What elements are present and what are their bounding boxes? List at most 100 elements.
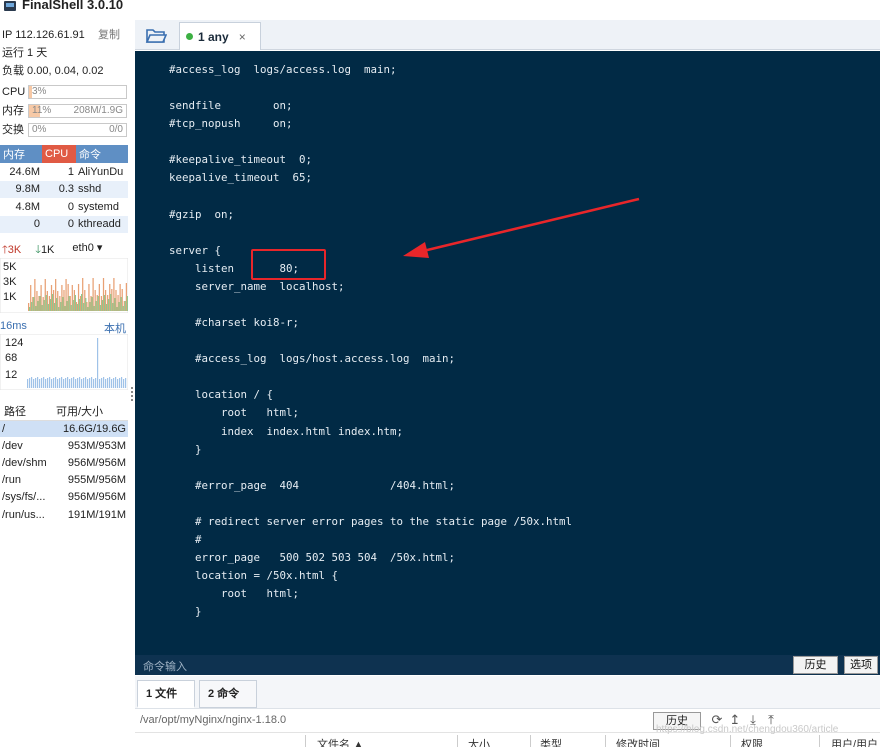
history-button[interactable]: 历史: [793, 656, 838, 674]
tab-session-any[interactable]: 1 any ×: [179, 22, 261, 50]
graph-bar: [93, 306, 95, 311]
graph-bar: [51, 294, 54, 311]
table-row[interactable]: 24.6M 1 AliYunDu: [0, 163, 128, 181]
proc-col-cpu[interactable]: CPU: [42, 145, 76, 163]
swap-label: 交换: [2, 124, 24, 136]
session-tab-bar: 1 any ×: [135, 20, 880, 50]
sidebar-resize-handle[interactable]: [130, 385, 134, 405]
graph-bar: [39, 379, 41, 388]
graph-bar: [29, 378, 31, 388]
disk-col-size[interactable]: 可用/大小: [52, 402, 128, 421]
ping-axis-label: 12: [5, 369, 17, 381]
graph-bar: [59, 378, 61, 388]
folder-open-icon[interactable]: [145, 27, 167, 45]
disk-size: 953M/953M: [67, 439, 126, 452]
graph-bar: [118, 302, 120, 311]
terminal-line: location = /50x.html {: [169, 569, 339, 583]
graph-bar: [70, 305, 72, 311]
graph-bar: [124, 301, 126, 311]
memory-label: 内存: [2, 105, 24, 117]
graph-bar: [81, 379, 83, 388]
network-interface-select[interactable]: eth0 ▾: [72, 241, 102, 257]
graph-bar: [121, 377, 123, 388]
graph-bar: [31, 377, 33, 388]
swap-meter: 0% 0/0: [28, 123, 127, 137]
graph-bar: [68, 296, 70, 311]
net-axis-label: 1K: [3, 291, 17, 303]
ping-latency-graph: 124 68 12: [0, 334, 128, 390]
proc-command: AliYunDu: [78, 165, 124, 178]
ping-axis-label: 124: [5, 337, 23, 349]
ping-header: 16ms 本机: [0, 320, 128, 335]
graph-bar: [65, 378, 67, 388]
terminal-line: # redirect server error pages to the sta…: [169, 514, 573, 528]
proc-col-memory[interactable]: 内存: [0, 145, 42, 163]
graph-bar: [114, 298, 116, 311]
watermark: https://blog.csdn.net/chengdou360/articl…: [656, 724, 839, 735]
options-button[interactable]: 选项: [844, 656, 878, 674]
proc-command: sshd: [76, 180, 128, 198]
col-modified[interactable]: 修改时间: [616, 736, 660, 747]
server-status-sidebar: IP 112.126.61.91 复制 运行 1 天 负载 0.00, 0.04…: [0, 22, 130, 542]
table-row[interactable]: 0 0 kthreadd: [0, 215, 128, 233]
connected-status-icon: [186, 33, 193, 40]
graph-bar: [53, 303, 56, 311]
proc-command: kthreadd: [76, 215, 128, 233]
current-path[interactable]: /var/opt/myNginx/nginx-1.18.0: [140, 714, 286, 726]
net-axis-label: 5K: [3, 261, 17, 273]
tab-files[interactable]: 1 文件: [137, 680, 195, 708]
graph-bar: [108, 299, 110, 311]
swap-detail: 0/0: [109, 124, 123, 135]
command-input-bar[interactable]: 命令输入 历史 选项: [135, 655, 880, 675]
table-row[interactable]: 9.8M 0.3 sshd: [0, 180, 128, 198]
graph-bar: [71, 378, 73, 388]
disk-col-path[interactable]: 路径: [0, 402, 52, 421]
graph-bar: [49, 377, 51, 388]
ip-address: IP 112.126.61.91: [2, 29, 85, 41]
table-row[interactable]: /run/us... 191M/191M: [0, 506, 128, 523]
swap-value: 0%: [32, 124, 47, 135]
close-icon[interactable]: ×: [239, 30, 246, 44]
terminal-line: root html;: [169, 406, 300, 420]
table-row[interactable]: /sys/fs/... 956M/956M: [0, 489, 128, 506]
col-filename[interactable]: 文件名 ▲: [317, 736, 364, 747]
table-row[interactable]: / 16.6G/19.6G: [0, 420, 128, 438]
table-row[interactable]: /dev 953M/953M: [0, 437, 128, 454]
proc-cpu: 0: [67, 200, 74, 213]
terminal-line: sendfile on;: [169, 99, 293, 113]
copy-ip-button[interactable]: 复制: [98, 26, 120, 44]
col-size[interactable]: 大小: [468, 736, 490, 747]
proc-col-command[interactable]: 命令: [76, 145, 128, 163]
terminal-text: #access_log logs/access.log main; sendfi…: [169, 61, 572, 621]
swap-meter-row: 交换 0% 0/0: [0, 121, 128, 139]
graph-bar: [33, 297, 35, 311]
graph-bar: [69, 379, 71, 388]
graph-bar: [67, 377, 69, 388]
graph-bar: [61, 377, 63, 388]
proc-cpu: 0.3: [42, 180, 76, 198]
col-permissions[interactable]: 权限: [741, 736, 763, 747]
disk-path: /dev: [2, 439, 23, 452]
terminal-output[interactable]: #access_log logs/access.log main; sendfi…: [135, 51, 880, 655]
graph-bar: [110, 294, 112, 311]
tab-commands[interactable]: 2 命令: [199, 680, 257, 708]
graph-bar: [125, 378, 127, 388]
table-row[interactable]: /dev/shm 956M/956M: [0, 454, 128, 471]
graph-bar: [95, 301, 97, 311]
table-row[interactable]: 4.8M 0 systemd: [0, 198, 128, 216]
terminal-line: }: [169, 605, 202, 619]
graph-bar: [111, 379, 113, 388]
proc-memory: 0: [0, 215, 42, 233]
graph-bar: [85, 298, 87, 311]
terminal-line: #: [169, 533, 202, 547]
graph-bar: [62, 297, 64, 311]
graph-bar: [35, 306, 37, 311]
graph-bar: [41, 305, 43, 311]
process-table: 内存 CPU 命令 24.6M 1 AliYunDu 9.8M 0.3 sshd…: [0, 145, 128, 233]
col-type[interactable]: 类型: [540, 736, 562, 747]
col-owner[interactable]: 用户/用户: [831, 736, 878, 747]
graph-bar: [109, 377, 111, 388]
table-row[interactable]: /run 955M/956M: [0, 472, 128, 489]
